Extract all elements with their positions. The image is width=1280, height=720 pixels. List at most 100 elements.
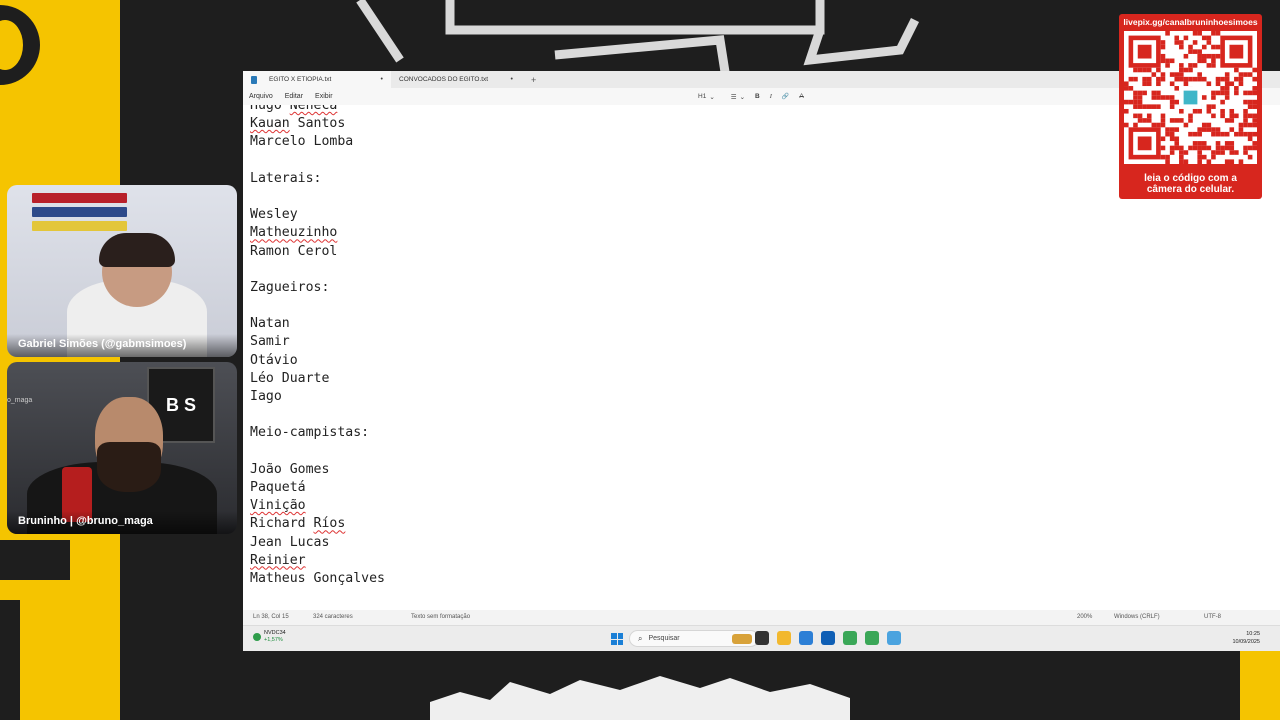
stock-up-icon — [253, 633, 261, 641]
stock-change: +1,57% — [264, 637, 283, 643]
clock-time: 10:25 — [1246, 631, 1260, 637]
text-line: Vinição — [250, 497, 385, 515]
field-lines-decoration — [356, 0, 920, 72]
misspelled-word[interactable]: Matheuzinho — [250, 225, 337, 240]
cursor-position: Ln 38, Col 15 — [253, 614, 289, 620]
text-line: Jean Lucas — [250, 534, 330, 550]
edge-icon[interactable] — [799, 631, 813, 645]
format-status: Texto sem formatação — [411, 614, 471, 620]
menu-exibir[interactable]: Exibir — [309, 93, 339, 100]
outlook-icon[interactable] — [821, 631, 835, 645]
text-line: Richard Ríos — [250, 516, 346, 532]
tab-egito-x-etiopia[interactable]: EGITO X ETIÓPIA.txt • — [243, 71, 391, 88]
editor-text: Hugo Neneca Kauan Santos Marcelo Lomba Lat… — [250, 105, 385, 588]
stock-name: NVDC34 — [264, 630, 286, 636]
tab-convocados-do-egito[interactable]: CONVOCADOS DO EGITO.txt • — [391, 71, 521, 88]
livepix-url: livepix.gg/canalbruninhoesimoes — [1123, 17, 1258, 27]
list-dropdown[interactable]: ☰ ⌄ — [731, 93, 745, 101]
heading-dropdown[interactable]: H1 ⌄ — [698, 93, 715, 101]
list-icon: ☰ — [730, 93, 737, 101]
text-line: Reinier — [250, 552, 385, 570]
webcam-gabriel: Gabriel Simões (@gabmsimoes) — [7, 185, 237, 357]
windows-start-icon[interactable] — [611, 633, 623, 645]
unsaved-dot-icon[interactable]: • — [511, 76, 513, 83]
text-line — [250, 188, 385, 206]
text-line — [250, 297, 385, 315]
text-line: Meio-campistas: — [250, 425, 370, 441]
text-line: Kauan Santos — [250, 116, 346, 132]
taskbar-search[interactable]: ⌕ Pesquisar — [629, 630, 759, 647]
qr-caption-line2: câmera do celular. — [1146, 184, 1235, 195]
text-line: Wesley — [250, 207, 298, 223]
webcam-name-label: Bruninho | @bruno_maga — [7, 511, 237, 534]
clock-date: 10/09/2025 — [1232, 639, 1260, 645]
text-line: Iago — [250, 389, 282, 404]
text-line: Otávio — [250, 352, 298, 368]
misspelled-word[interactable]: Neneca — [290, 105, 338, 113]
file-explorer-icon[interactable] — [777, 631, 791, 645]
misspelled-word[interactable]: Reinier — [250, 553, 306, 568]
windows-taskbar: NVDC34 +1,57% ⌕ Pesquisar 10:25 10/09/20… — [243, 625, 1280, 651]
text-line — [250, 152, 385, 170]
stock-widget[interactable]: NVDC34 +1,57% — [253, 630, 286, 644]
text-line: João Gomes — [250, 461, 330, 477]
encoding[interactable]: UTF-8 — [1204, 614, 1221, 620]
text-line: Hugo Neneca — [250, 105, 385, 115]
text-line — [250, 443, 385, 461]
misspelled-word[interactable]: Kauan — [250, 116, 290, 131]
zoom-level[interactable]: 200% — [1077, 614, 1092, 620]
person-hair — [99, 233, 175, 267]
text-line: Matheuzinho — [250, 224, 385, 242]
task-view-icon[interactable] — [755, 631, 769, 645]
tab-label: CONVOCADOS DO EGITO.txt — [399, 76, 489, 83]
text-line: Matheus Gonçalves — [250, 570, 385, 586]
qr-code-icon — [1124, 31, 1257, 164]
bold-button[interactable]: B — [755, 93, 760, 100]
link-icon[interactable]: 🔗 — [782, 93, 789, 100]
line-ending[interactable]: Windows (CRLF) — [1114, 614, 1160, 620]
livepix-qr-panel: livepix.gg/canalbruninhoesimoes leia o c… — [1119, 14, 1262, 199]
qr-caption-line1: leia o código com a — [1144, 173, 1237, 184]
notepad-file-icon — [251, 75, 257, 84]
text-line: Léo Duarte — [250, 370, 330, 386]
chrome-icon[interactable] — [843, 631, 857, 645]
scarves-decoration — [32, 193, 127, 235]
heading-label: H1 — [698, 93, 707, 100]
unsaved-dot-icon[interactable]: • — [381, 76, 383, 83]
status-bar: Ln 38, Col 15 324 caracteres Texto sem f… — [243, 610, 1280, 625]
search-highlight-icon — [732, 633, 752, 644]
person-beard — [97, 442, 161, 492]
notepad-icon[interactable] — [887, 631, 901, 645]
chevron-down-icon: ⌄ — [709, 93, 715, 101]
char-count: 324 caracteres — [313, 614, 353, 620]
text-line: Natan — [250, 316, 290, 332]
format-toolbar: H1 ⌄ ☰ ⌄ B I 🔗 A — [698, 88, 804, 105]
torn-paper-decoration — [430, 676, 850, 720]
text-line: Samir — [250, 334, 290, 350]
overlay-handle: o_maga — [7, 397, 33, 404]
misspelled-word[interactable]: Ríos — [314, 516, 346, 531]
text-line: Laterais: — [250, 170, 322, 186]
taskbar-clock[interactable]: 10:25 10/09/2025 — [1232, 630, 1260, 646]
clear-format-icon[interactable]: A — [799, 93, 803, 100]
text-line: Marcelo Lomba — [250, 134, 354, 150]
italic-button[interactable]: I — [770, 93, 772, 100]
webcam-name-label: Gabriel Simões (@gabmsimoes) — [7, 334, 237, 357]
menu-editar[interactable]: Editar — [279, 93, 309, 100]
webcam-bruninho: B S o_maga Bruninho | @bruno_maga — [7, 362, 237, 534]
new-tab-button[interactable]: + — [521, 75, 546, 85]
text-line: Ramon Cerol — [250, 243, 338, 259]
search-placeholder: Pesquisar — [648, 635, 680, 642]
text-line: Paquetá — [250, 479, 306, 495]
text-line: Zagueiros: — [250, 279, 330, 295]
text-line — [250, 261, 385, 279]
chevron-down-icon: ⌄ — [739, 93, 746, 101]
search-icon: ⌕ — [638, 633, 643, 643]
misspelled-word[interactable]: Vinição — [250, 498, 306, 513]
chrome-profile-icon[interactable] — [865, 631, 879, 645]
yellow-brand-stripe — [0, 0, 120, 720]
text-line — [250, 406, 385, 424]
qr-caption: leia o código com a câmera do celular. — [1119, 173, 1262, 195]
tab-label: EGITO X ETIÓPIA.txt — [269, 76, 332, 83]
menu-arquivo[interactable]: Arquivo — [243, 93, 279, 100]
